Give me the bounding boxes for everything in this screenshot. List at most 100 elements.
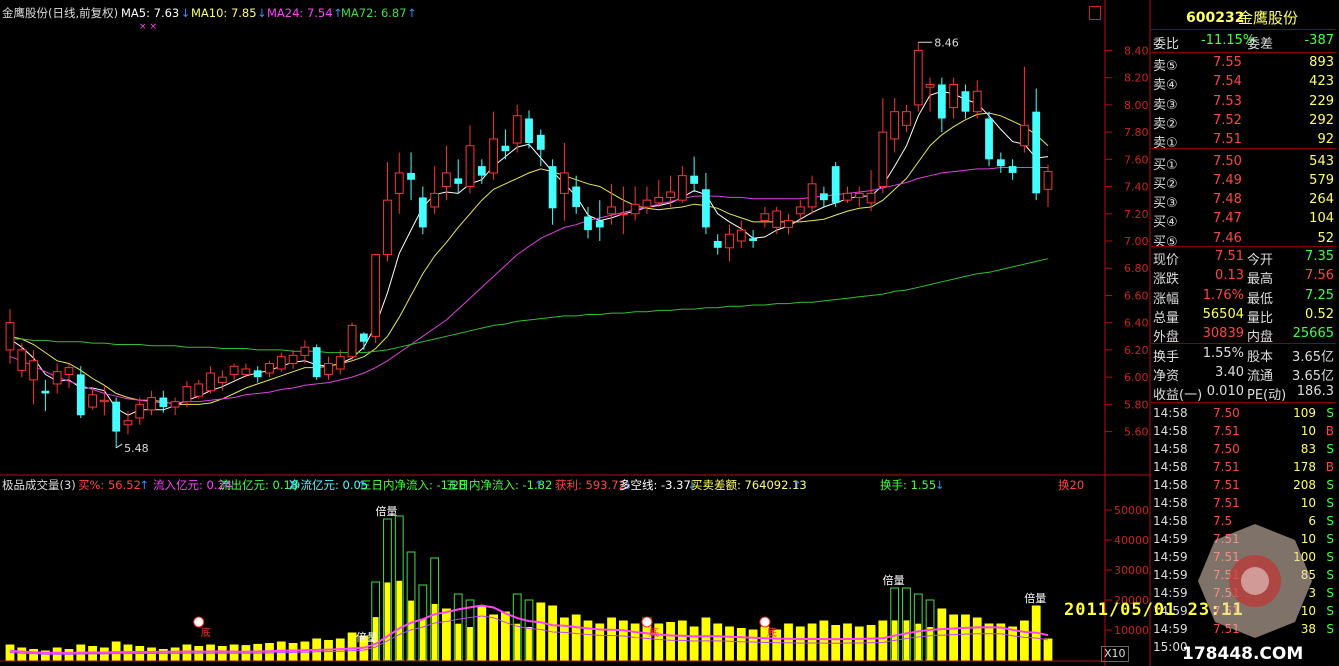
candle-body xyxy=(371,254,381,337)
candle-body xyxy=(64,367,74,375)
volume-bar xyxy=(784,623,793,661)
tick-row: 14:58 7.51 178 B xyxy=(1151,459,1336,477)
stat-label: 换手 xyxy=(1153,350,1180,365)
di-label: 底 xyxy=(649,626,659,639)
candle-body xyxy=(618,213,628,216)
candle-body xyxy=(913,49,923,106)
candle-body xyxy=(607,206,616,215)
volume-bar xyxy=(961,614,970,661)
stock-name: 金鹰股份 xyxy=(1238,9,1299,27)
ma-legend-item: MA24: 7.54 xyxy=(267,6,333,20)
order-price: 7.47 xyxy=(1213,211,1242,227)
volume-bar-fill xyxy=(455,623,462,660)
order-book-row[interactable]: 买① 7.50 543 xyxy=(1151,153,1336,173)
quote-value: 0.52 xyxy=(1305,306,1334,322)
order-book-row[interactable]: 卖④ 7.54 423 xyxy=(1151,73,1336,93)
volume-bar-fill xyxy=(526,627,532,660)
candle-body xyxy=(241,368,251,375)
tick-side: S xyxy=(1326,496,1334,510)
ma-legend-arrow: ↓ xyxy=(257,6,267,20)
tick-time: 14:58 xyxy=(1153,478,1188,492)
tick-time: 14:58 xyxy=(1153,460,1188,474)
divider xyxy=(1151,246,1336,247)
tick-row: 14:58 7.50 109 S xyxy=(1151,405,1336,423)
order-book-row[interactable]: 买② 7.49 579 xyxy=(1151,172,1336,192)
candle-body xyxy=(465,145,475,188)
order-volume: 423 xyxy=(1309,74,1334,90)
volume-bar xyxy=(878,620,888,661)
volume-bar xyxy=(949,614,959,661)
zoom-x10[interactable]: X10 xyxy=(1101,646,1129,662)
volume-bar xyxy=(748,629,758,661)
order-level-label: 买② xyxy=(1153,176,1178,192)
candle-body xyxy=(795,206,805,215)
volume-bar xyxy=(559,617,569,661)
price-tick-label: 7.00 xyxy=(1124,235,1149,248)
quote-label: 涨跌 xyxy=(1153,272,1180,288)
price-tick-label: 6.60 xyxy=(1124,289,1149,302)
di-label: 底 xyxy=(201,626,211,639)
candle-body xyxy=(831,166,840,203)
bei-liang-label: 倍量 xyxy=(1024,591,1046,605)
divider xyxy=(1151,148,1336,149)
quote-value: 7.35 xyxy=(1305,249,1334,264)
order-volume: 579 xyxy=(1309,172,1334,188)
candle-body xyxy=(99,399,109,403)
volume-bar xyxy=(477,605,487,661)
quote-label: 涨幅 xyxy=(1153,291,1180,307)
candle-body xyxy=(454,178,463,184)
order-price: 7.51 xyxy=(1213,132,1242,148)
tick-vol: 208 xyxy=(1293,478,1316,492)
indicator-arrow: ↓ xyxy=(934,478,945,492)
quote-value: 7.51 xyxy=(1215,249,1244,264)
candle-body xyxy=(394,172,404,194)
order-price: 7.50 xyxy=(1213,153,1242,169)
volume-bar xyxy=(1020,620,1029,661)
order-book-row[interactable]: 卖③ 7.53 229 xyxy=(1151,93,1336,113)
candle-body xyxy=(52,371,62,385)
order-level-label: 卖③ xyxy=(1153,97,1178,113)
volume-bar xyxy=(29,649,38,661)
candle-body xyxy=(112,401,121,432)
bei-liang-label: 倍量 xyxy=(356,630,378,644)
maximize-icon[interactable] xyxy=(1089,6,1101,20)
indicator-value: 买卖差额: 764092.13 xyxy=(691,478,807,492)
candle-body xyxy=(784,220,793,228)
tick-price: 7.51 xyxy=(1213,424,1240,438)
tick-price: 7.50 xyxy=(1213,442,1240,456)
order-volume: 292 xyxy=(1309,112,1334,128)
stat-value: 3.40 xyxy=(1215,365,1244,380)
volume-tick-label: 50000 xyxy=(1114,504,1149,517)
candle-body xyxy=(772,210,782,228)
tick-side: B xyxy=(1325,424,1334,438)
candle-body xyxy=(559,172,569,194)
candle-body xyxy=(843,192,852,201)
candle-body xyxy=(29,360,38,381)
candle-body xyxy=(749,238,758,241)
tick-side: S xyxy=(1326,586,1334,600)
candle-body xyxy=(383,199,392,256)
weibi-label: 委比 xyxy=(1153,37,1180,52)
order-book-row[interactable]: 卖⑤ 7.55 893 xyxy=(1151,54,1336,74)
order-volume: 264 xyxy=(1309,192,1334,208)
order-book-row[interactable]: 买③ 7.48 264 xyxy=(1151,191,1336,211)
price-tick-label: 5.60 xyxy=(1124,426,1149,439)
candle-body xyxy=(972,90,982,113)
order-book-row[interactable]: 卖② 7.52 292 xyxy=(1151,112,1336,132)
tick-price: 7.51 xyxy=(1213,478,1240,492)
divider xyxy=(1151,402,1336,403)
candle-body xyxy=(878,131,888,188)
candle-body xyxy=(347,324,357,358)
order-book-row[interactable]: 买④ 7.47 104 xyxy=(1151,210,1336,230)
tick-row: 14:58 7.51 10 S xyxy=(1151,495,1336,513)
divider xyxy=(1151,343,1336,344)
order-level-label: 卖⑤ xyxy=(1153,59,1178,74)
price-tick-label: 6.00 xyxy=(1124,371,1149,384)
bei-liang-label: 倍量 xyxy=(883,573,905,587)
stat-value: 186.3 xyxy=(1296,384,1334,399)
quote-value: 56504 xyxy=(1202,306,1244,322)
volume-tick-label: 40000 xyxy=(1114,534,1149,547)
price-tick-label: 8.20 xyxy=(1124,72,1149,85)
tick-side: S xyxy=(1326,622,1334,636)
ma-legend-item: MA10: 7.85 xyxy=(191,6,257,20)
